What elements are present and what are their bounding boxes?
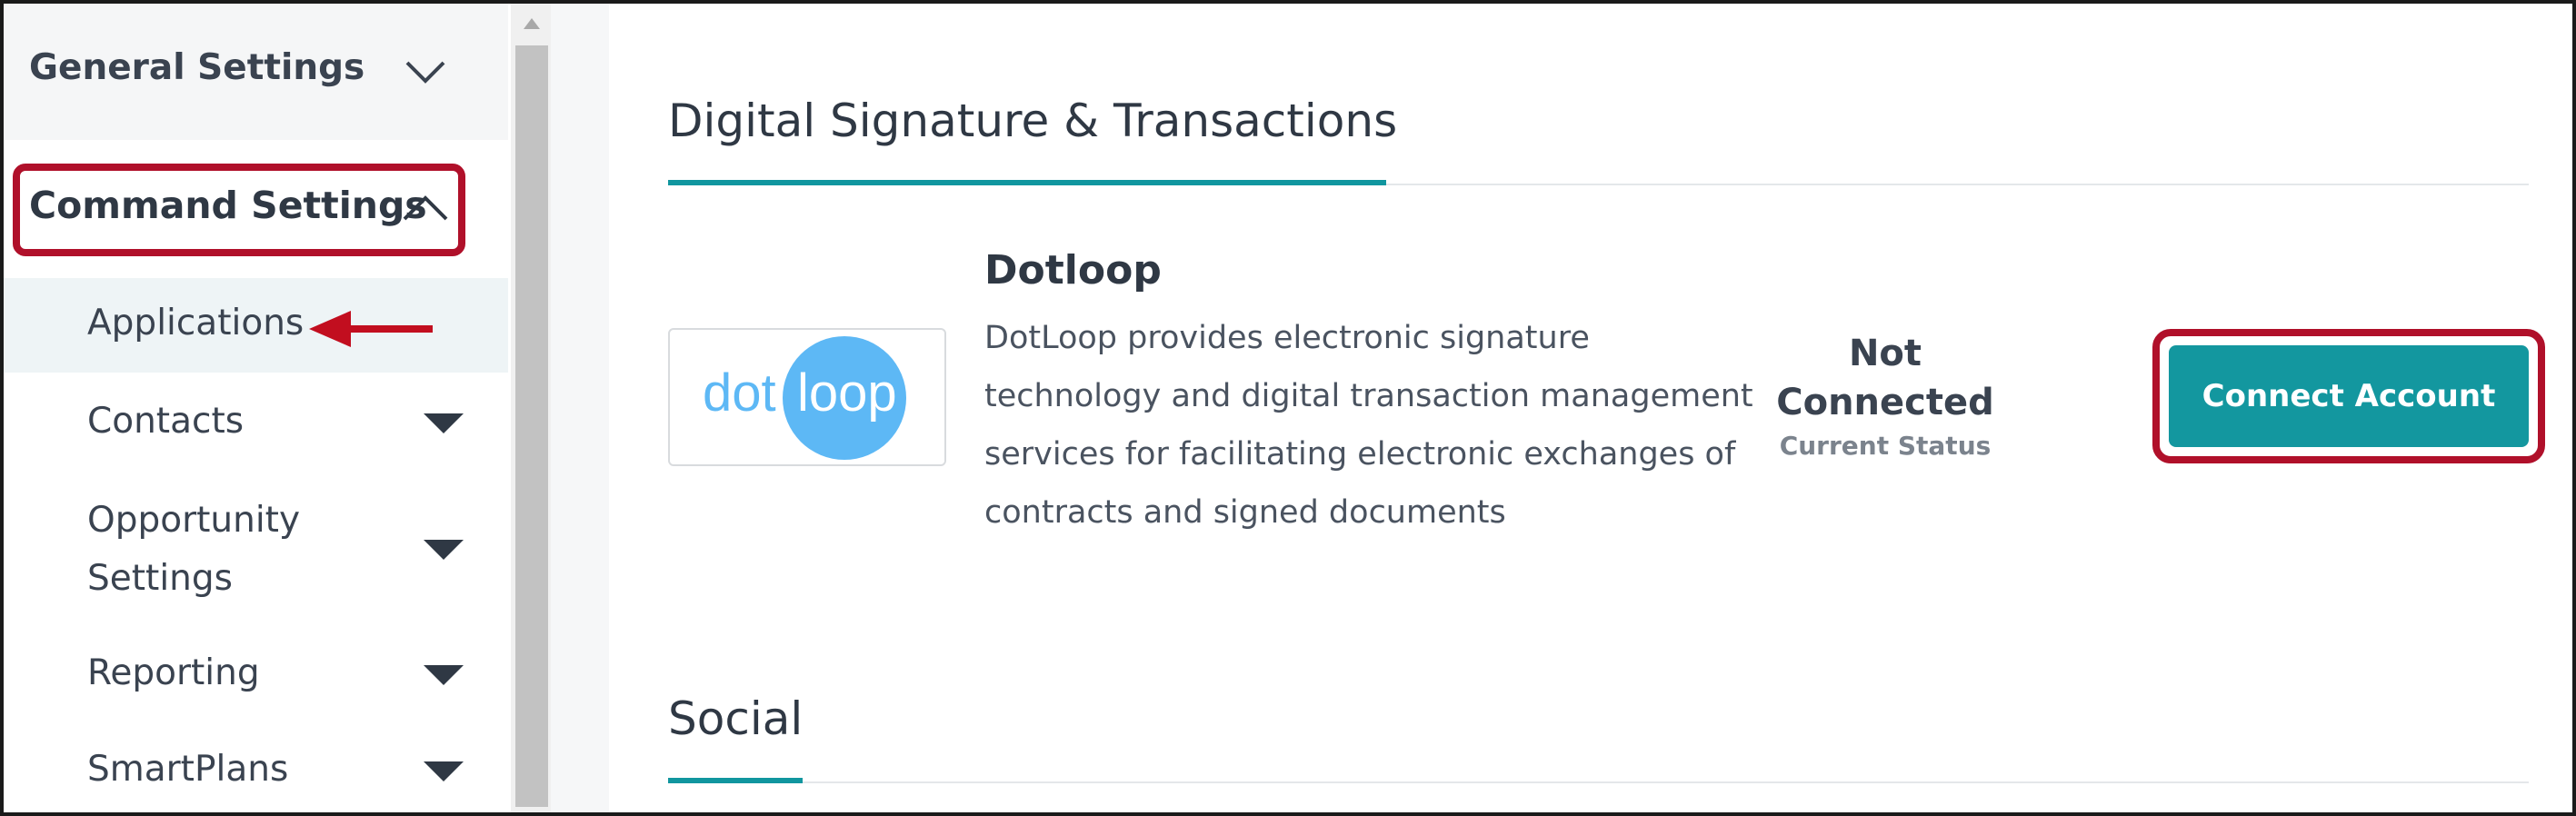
caret-down-icon[interactable] — [424, 761, 464, 781]
status-line1: Not — [1848, 333, 1922, 374]
caret-down-icon[interactable] — [424, 413, 464, 433]
status-caption: Current Status — [1779, 431, 1992, 461]
scrollbar-thumb[interactable] — [515, 45, 548, 807]
red-arrow-icon — [309, 311, 433, 347]
sidebar-item-opportunity-settings[interactable]: Opportunity Settings — [87, 492, 300, 608]
status-line2: Connected — [1776, 382, 1994, 423]
caret-down-icon[interactable] — [424, 665, 464, 685]
chevron-up-icon[interactable] — [401, 193, 450, 224]
chevron-down-icon[interactable] — [404, 58, 447, 85]
integration-description: DotLoop provides electronic signature te… — [984, 320, 1753, 531]
sidebar-item-smartplans[interactable]: SmartPlans — [87, 741, 288, 799]
section-title-underline — [668, 180, 1386, 185]
sidebar-item-label-line2: Settings — [87, 558, 233, 599]
sidebar-item-label: Applications — [87, 303, 305, 343]
section-title-digital-signature: Digital Signature & Transactions — [668, 95, 1398, 147]
section-title-social: Social — [668, 692, 804, 745]
app-window: General Settings Command Settings Applic… — [0, 0, 2576, 816]
sidebar-item-contacts[interactable]: Contacts — [87, 393, 244, 451]
logo-text-dot: dot — [703, 363, 776, 423]
logo-text-loop: loop — [797, 363, 897, 423]
connection-status: Not Connected — [1749, 329, 2022, 427]
dotloop-logo: dot loop — [668, 328, 946, 466]
section-divider — [668, 781, 2529, 783]
sidebar-item-label-line1: Opportunity — [87, 500, 301, 541]
sidebar-item-reporting[interactable]: Reporting — [87, 644, 260, 702]
scroll-up-arrow-icon[interactable] — [524, 18, 540, 29]
settings-sidebar: General Settings Command Settings Applic… — [4, 4, 508, 812]
integration-name: Dotloop — [984, 247, 1162, 294]
content-gutter — [551, 4, 609, 812]
connect-account-button[interactable]: Connect Account — [2169, 345, 2529, 447]
section-title-underline — [668, 778, 803, 783]
command-settings-label[interactable]: Command Settings — [29, 184, 427, 227]
caret-down-icon[interactable] — [424, 540, 464, 560]
general-settings-label: General Settings — [29, 47, 365, 88]
